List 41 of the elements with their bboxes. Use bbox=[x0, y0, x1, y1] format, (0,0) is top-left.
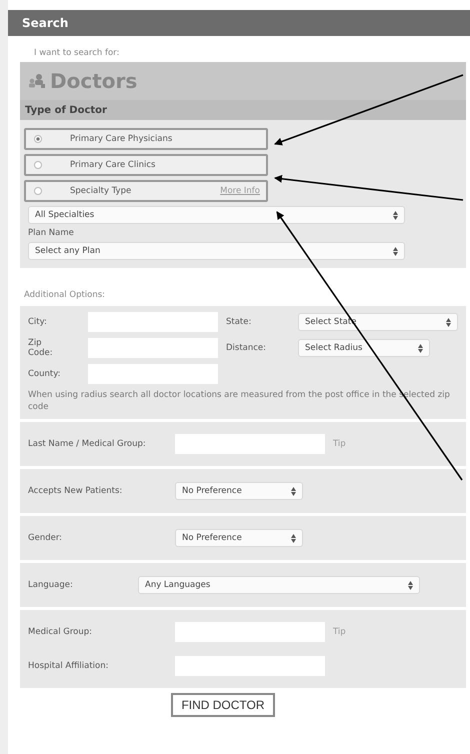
distance-select[interactable]: Select Radius bbox=[298, 339, 430, 358]
radio-button[interactable] bbox=[34, 187, 42, 195]
header-title: Search bbox=[22, 16, 68, 30]
city-label: City: bbox=[28, 317, 47, 327]
section-heading: Type of Doctor bbox=[25, 104, 107, 116]
category-title: Doctors bbox=[50, 69, 138, 93]
dropdown-select[interactable]: Any Languages bbox=[138, 576, 420, 594]
field-label: Last Name / Medical Group: bbox=[28, 438, 147, 450]
state-label: State: bbox=[226, 317, 252, 327]
specialty-select[interactable]: All Specialties bbox=[28, 206, 405, 224]
plan-label: Plan Name bbox=[27, 228, 75, 238]
updown-arrow-icon bbox=[446, 318, 451, 326]
distance-label: Distance: bbox=[226, 343, 266, 354]
updown-arrow-icon bbox=[393, 210, 398, 220]
dropdown-select[interactable]: No Preference bbox=[175, 482, 303, 500]
zip-code-label: Zip Code: bbox=[28, 338, 54, 358]
option-label: Primary Care Clinics bbox=[70, 160, 156, 170]
find-doctor-button[interactable]: FIND DOCTOR bbox=[171, 693, 275, 718]
updown-arrow-icon bbox=[408, 580, 413, 590]
field-label: Hospital Affiliation: bbox=[28, 660, 110, 672]
radio-option[interactable]: Specialty Type More Info bbox=[24, 180, 268, 202]
option-label: Specialty Type bbox=[70, 186, 132, 196]
radio-button[interactable] bbox=[34, 161, 42, 169]
plan-select[interactable]: Select any Plan bbox=[28, 242, 405, 260]
radio-option[interactable]: Primary Care Clinics bbox=[24, 154, 268, 176]
county-label: County: bbox=[28, 369, 61, 380]
radio-button[interactable] bbox=[34, 135, 42, 143]
option-label: Primary Care Physicians bbox=[70, 134, 172, 144]
additional-options-label: Additional Options: bbox=[23, 289, 106, 302]
radio-option[interactable]: Primary Care Physicians bbox=[24, 128, 268, 150]
field-label: Language: bbox=[28, 580, 74, 591]
dropdown-select[interactable]: No Preference bbox=[175, 529, 303, 548]
people-icon bbox=[28, 73, 46, 89]
field-label: Accepts New Patients: bbox=[28, 486, 124, 497]
updown-arrow-icon bbox=[418, 344, 423, 353]
updown-arrow-icon bbox=[393, 246, 398, 256]
field-label: Medical Group: bbox=[28, 626, 94, 638]
search-for-label: I want to search for: bbox=[33, 47, 120, 60]
field-label: Gender: bbox=[28, 532, 64, 544]
updown-arrow-icon bbox=[291, 534, 296, 543]
updown-arrow-icon bbox=[291, 486, 296, 496]
